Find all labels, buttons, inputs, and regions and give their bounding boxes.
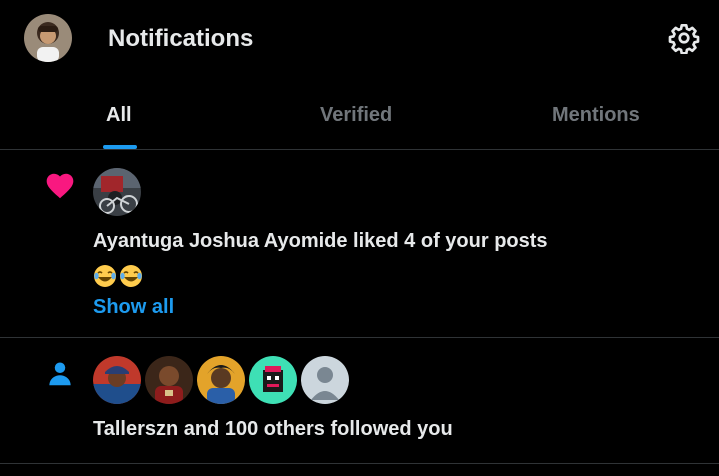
divider xyxy=(0,463,719,464)
header: Notifications xyxy=(0,0,719,78)
heart-icon xyxy=(42,168,78,204)
follower-avatar[interactable] xyxy=(93,356,141,404)
tab-all[interactable]: All xyxy=(0,84,240,149)
notification-follow[interactable]: Tallerszn and 100 others followed you xyxy=(0,338,719,463)
notification-like[interactable]: Ayantuga Joshua Ayomide liked 4 of your … xyxy=(0,150,719,337)
tab-all-label: All xyxy=(106,104,132,126)
laughing-emoji-icon xyxy=(120,265,142,287)
follower-avatar[interactable] xyxy=(249,356,297,404)
settings-button[interactable] xyxy=(666,20,702,56)
page-title: Notifications xyxy=(108,25,254,52)
liker-avatar[interactable] xyxy=(93,168,141,216)
show-all-link[interactable]: Show all xyxy=(93,294,174,320)
tab-verified[interactable]: Verified xyxy=(240,84,480,149)
emoji-preview xyxy=(93,264,143,288)
tab-mentions[interactable]: Mentions xyxy=(480,84,719,149)
notifications-page: Notifications All Verified Mentions Ayan… xyxy=(0,0,719,476)
profile-avatar[interactable] xyxy=(24,14,72,62)
tab-mentions-label: Mentions xyxy=(552,104,640,126)
tab-verified-label: Verified xyxy=(320,104,393,126)
tab-bar: All Verified Mentions xyxy=(0,84,719,149)
follower-avatar[interactable] xyxy=(197,356,245,404)
default-avatar[interactable] xyxy=(301,356,349,404)
like-notification-text: Ayantuga Joshua Ayomide liked 4 of your … xyxy=(93,230,548,252)
follower-avatar[interactable] xyxy=(145,356,193,404)
gear-icon xyxy=(668,24,700,54)
person-icon xyxy=(42,356,78,392)
follow-notification-text: Tallerszn and 100 others followed you xyxy=(93,418,453,440)
laughing-emoji-icon xyxy=(94,265,116,287)
